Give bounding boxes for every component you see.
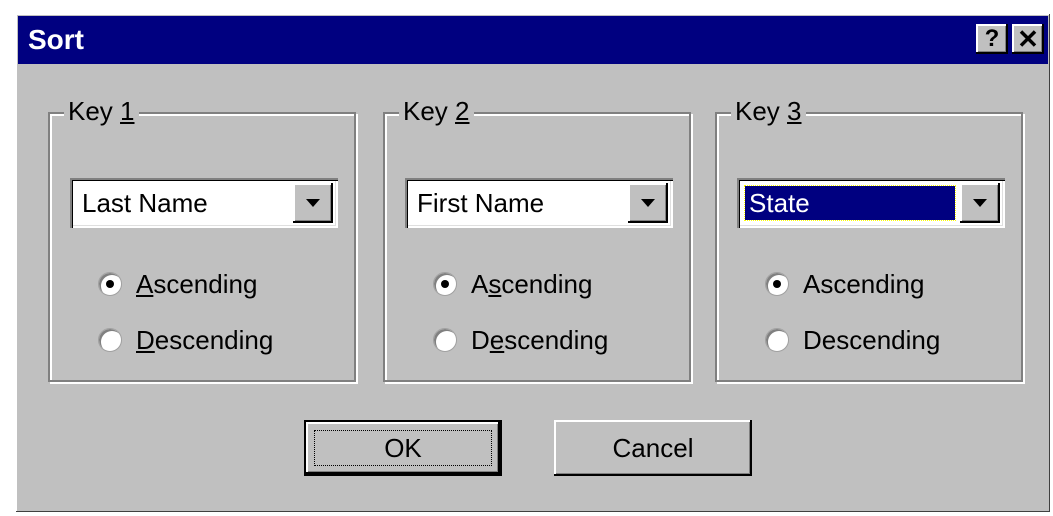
- ok-button[interactable]: OK: [304, 420, 502, 476]
- key-2-field-select[interactable]: First Name: [405, 178, 673, 228]
- key-3-label: Key 3: [731, 96, 806, 126]
- key-3-ascending-label: Ascending: [803, 269, 925, 299]
- key-2-descending-label: Descending: [471, 325, 609, 355]
- key-2-descending-radio[interactable]: [433, 328, 457, 352]
- key-3-ascending-radio[interactable]: [765, 272, 789, 296]
- cancel-button[interactable]: Cancel: [554, 420, 752, 476]
- key-3-descending-option[interactable]: Descending: [765, 322, 940, 358]
- key-2-ascending-radio[interactable]: [433, 272, 457, 296]
- dropdown-arrow-icon[interactable]: [293, 183, 333, 223]
- key-2-group: Key 2 First Name Ascending Descending: [383, 96, 691, 382]
- dialog-title: Sort: [28, 24, 84, 55]
- key-3-ascending-option[interactable]: Ascending: [765, 266, 924, 302]
- sort-dialog: Sort ? ✕ Key 1 Last Name Ascending Desce…: [16, 14, 1050, 512]
- key-3-group: Key 3 State Ascending Descending: [715, 96, 1023, 382]
- key-3-field-select[interactable]: State: [737, 178, 1005, 228]
- key-1-group: Key 1 Last Name Ascending Descending: [48, 96, 356, 382]
- key-2-label: Key 2: [399, 96, 474, 126]
- key-1-descending-radio[interactable]: [98, 328, 122, 352]
- key-1-ascending-label: Ascending: [136, 269, 258, 299]
- key-1-label: Key 1: [64, 96, 139, 126]
- title-bar[interactable]: Sort ? ✕: [18, 16, 1048, 64]
- key-2-ascending-option[interactable]: Ascending: [433, 266, 592, 302]
- dropdown-arrow-icon[interactable]: [628, 183, 668, 223]
- key-3-selected-value: State: [744, 185, 956, 221]
- cancel-button-label: Cancel: [612, 432, 694, 463]
- key-3-descending-radio[interactable]: [765, 328, 789, 352]
- dropdown-arrow-icon[interactable]: [960, 183, 1000, 223]
- key-1-ascending-radio[interactable]: [98, 272, 122, 296]
- key-2-selected-value: First Name: [417, 188, 545, 218]
- help-icon[interactable]: ?: [976, 24, 1008, 54]
- key-1-field-select[interactable]: Last Name: [70, 178, 338, 228]
- key-2-descending-option[interactable]: Descending: [433, 322, 608, 358]
- key-1-descending-label: Descending: [136, 325, 274, 355]
- key-2-ascending-label: Ascending: [471, 269, 593, 299]
- ok-button-label: OK: [384, 432, 422, 463]
- key-1-ascending-option[interactable]: Ascending: [98, 266, 257, 302]
- key-3-descending-label: Descending: [803, 325, 941, 355]
- close-icon[interactable]: ✕: [1012, 24, 1044, 54]
- key-1-descending-option[interactable]: Descending: [98, 322, 273, 358]
- key-1-selected-value: Last Name: [82, 188, 208, 218]
